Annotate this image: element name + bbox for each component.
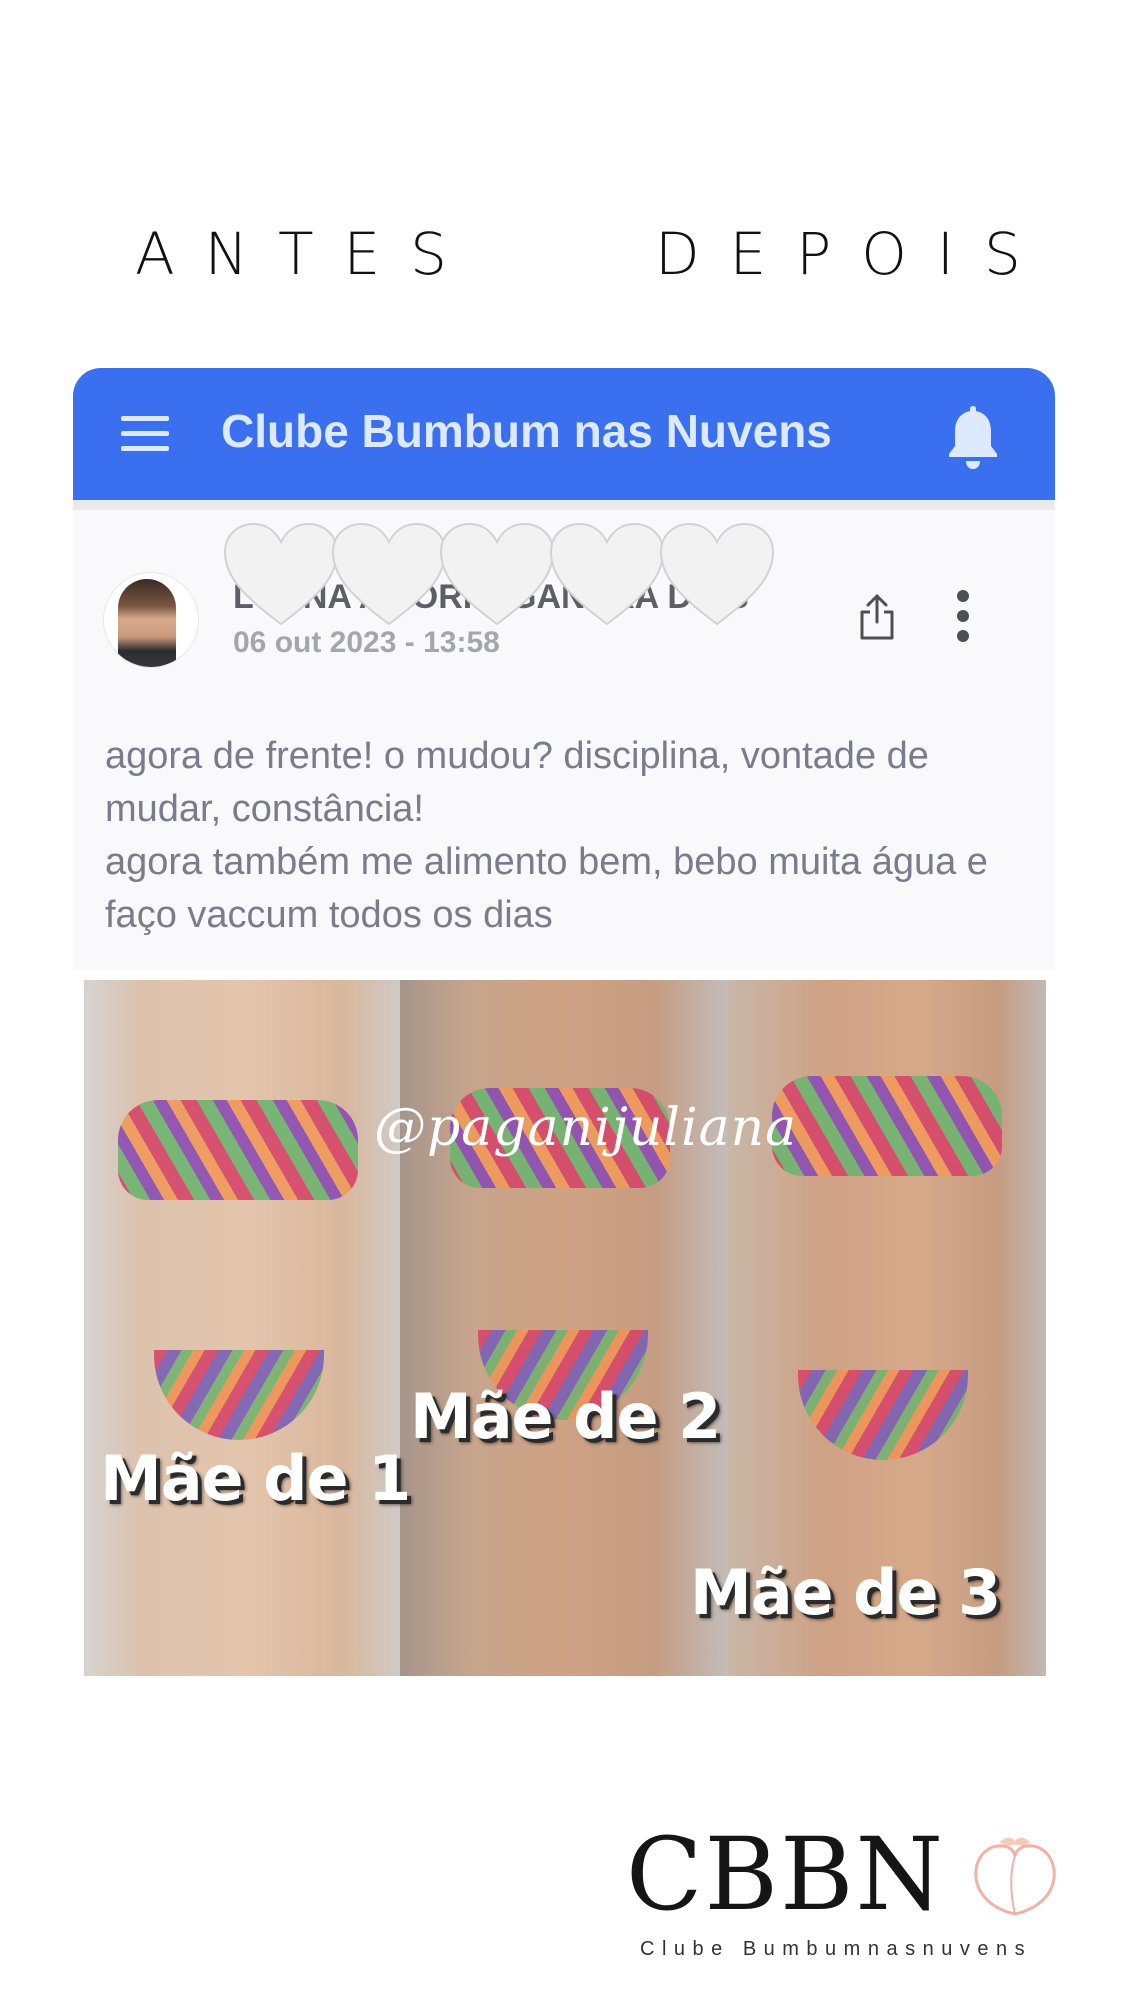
headline-antes: ANTES (135, 220, 477, 288)
photo-caption: Mãe de 1 (100, 1442, 411, 1515)
headline-depois: DEPOIS (655, 220, 1051, 288)
app-bar: Clube Bumbum nas Nuvens (73, 368, 1055, 500)
photo-panel-2 (400, 980, 728, 1676)
photo-caption: Mãe de 3 (690, 1556, 1001, 1629)
logo-mark: CBBN (626, 1816, 945, 1933)
peach-icon (974, 1837, 1056, 1916)
hamburger-menu-icon[interactable] (121, 414, 171, 454)
before-after-headline: ANTES DEPOIS (0, 220, 1125, 300)
photo-watermark: @paganijuliana (374, 1098, 798, 1158)
app-bar-divider (73, 500, 1055, 510)
photo-panel-1 (84, 980, 400, 1676)
white-heart-icon (659, 522, 775, 626)
white-heart-icon (331, 522, 447, 626)
white-heart-icon (439, 522, 555, 626)
author-avatar[interactable] (103, 572, 199, 668)
more-vertical-icon[interactable] (953, 590, 973, 642)
post-body-line: agora também me alimento bem, bebo muita… (105, 841, 988, 936)
bell-icon[interactable] (941, 400, 1005, 472)
photo-caption: Mãe de 2 (410, 1380, 721, 1453)
before-after-photo: @paganijuliana Mãe de 1 Mãe de 2 Mãe de … (84, 980, 1046, 1676)
post-body-line: agora de frente! o mudou? disciplina, vo… (105, 735, 929, 830)
logo-tagline: Clube Bumbumnasnuvens (640, 1938, 1033, 1960)
post-date: 06 out 2023 - 13:58 (233, 626, 500, 659)
share-icon[interactable] (857, 592, 897, 642)
white-heart-icon (223, 522, 339, 626)
app-screenshot-card: Clube Bumbum nas Nuvens LUANA AMORIM GAN… (73, 368, 1055, 970)
post-body-text: agora de frente! o mudou? disciplina, vo… (105, 730, 1035, 942)
white-heart-icon (549, 522, 665, 626)
app-title: Clube Bumbum nas Nuvens (221, 405, 832, 457)
brand-logo: CBBN Clube Bumbumnasnuvens (622, 1820, 1062, 1970)
heart-reactions-overlay (221, 520, 781, 630)
